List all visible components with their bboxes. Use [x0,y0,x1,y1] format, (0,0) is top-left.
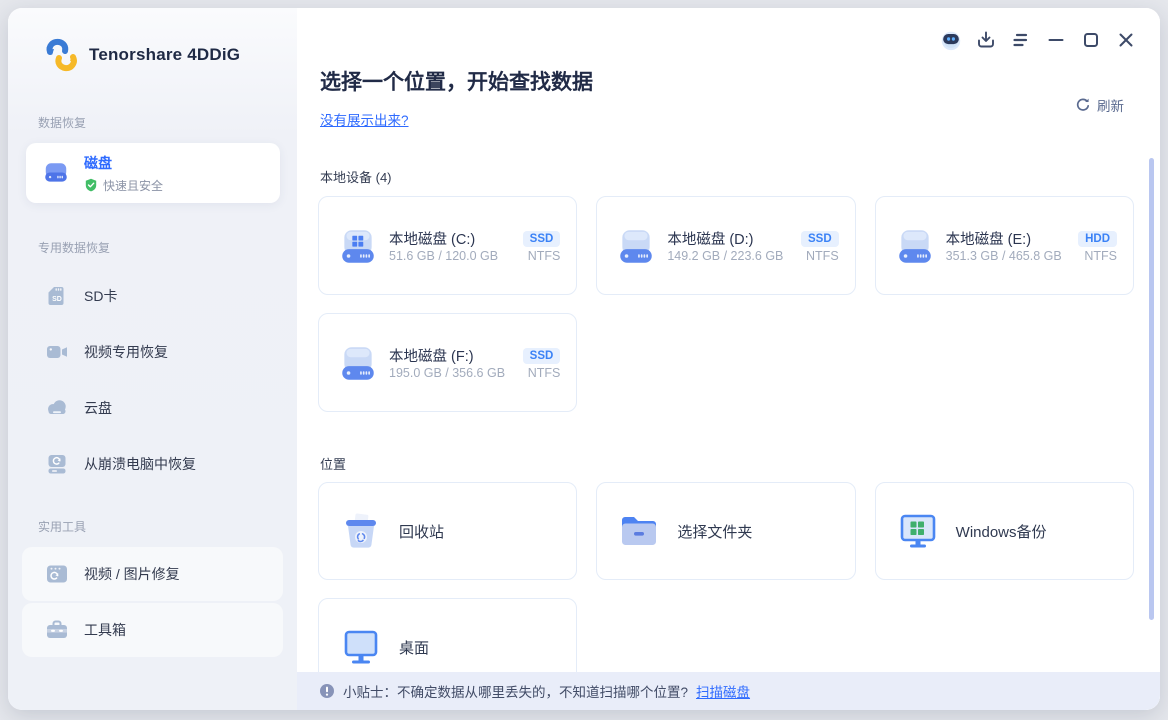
location-card-recycle-bin[interactable]: 回收站 [318,482,577,580]
select-folder-icon [616,508,662,554]
tip-text: 小贴士：不确定数据从哪里丢失的，不知道扫描哪个位置? [343,681,688,701]
scrollbar-thumb[interactable] [1149,158,1154,620]
drive-name: 本地磁盘 (D:) [667,228,753,249]
sidebar-item-disk[interactable]: 磁盘 快速且安全 [26,143,280,203]
location-card-windows-backup[interactable]: Windows备份 [875,482,1134,580]
windows-backup-icon [895,508,941,554]
app-window: Tenorshare 4DDiG 数据恢复 磁盘 [8,8,1160,710]
download-icon[interactable] [974,28,998,52]
drive-windows-icon [337,225,379,267]
sd-card-icon: SD [44,283,70,309]
titlebar-controls [939,28,1138,52]
drive-card-e[interactable]: 本地磁盘 (E:) HDD 351.3 GB / 465.8 GB NTFS [875,196,1134,295]
drive-type-badge: SSD [523,231,561,247]
app-logo-icon [44,38,80,72]
sidebar-item-disk-label: 磁盘 [84,155,112,171]
location-label: 选择文件夹 [677,521,752,542]
drive-card-f[interactable]: 本地磁盘 (F:) SSD 195.0 GB / 356.6 GB NTFS [318,313,577,412]
drive-icon [615,225,657,267]
sidebar-item-toolbox[interactable]: 工具箱 [22,603,283,657]
drive-usage-text: 51.6 GB / 120.0 GB [389,249,498,263]
drive-type-badge: HDD [1078,231,1117,247]
drives-grid: 本地磁盘 (C:) SSD 51.6 GB / 120.0 GB NTFS 本地… [318,196,1134,412]
refresh-icon [1075,97,1091,113]
drive-name: 本地磁盘 (F:) [389,345,474,366]
drive-usage-text: 149.2 GB / 223.6 GB [667,249,783,263]
maximize-icon[interactable] [1079,28,1103,52]
minimize-icon[interactable] [1044,28,1068,52]
brand-title: Tenorshare 4DDiG [89,45,240,65]
page-title: 选择一个位置，开始查找数据 [320,66,1160,96]
sidebar-item-video-recovery-label: 视频专用恢复 [84,342,168,362]
sidebar-section-utilities: 实用工具 [38,518,297,535]
drive-name: 本地磁盘 (C:) [389,228,475,249]
shield-check-icon [84,178,98,192]
not-shown-link[interactable]: 没有展示出来? [320,109,409,129]
sidebar-item-disk-subtitle: 快速且安全 [103,177,163,194]
media-repair-icon [44,561,70,587]
drive-card-c[interactable]: 本地磁盘 (C:) SSD 51.6 GB / 120.0 GB NTFS [318,196,577,295]
location-label: 桌面 [399,637,429,658]
brand: Tenorshare 4DDiG [8,8,297,72]
locations-grid: 回收站 选择文件夹 [318,482,1134,696]
location-card-select-folder[interactable]: 选择文件夹 [596,482,855,580]
drive-type-badge: SSD [801,231,839,247]
drive-filesystem: NTFS [1084,249,1117,263]
drive-card-d[interactable]: 本地磁盘 (D:) SSD 149.2 GB / 223.6 GB NTFS [596,196,855,295]
sidebar-item-media-repair-label: 视频 / 图片修复 [84,564,180,584]
toolbox-icon [44,617,70,643]
sidebar-item-sd-card[interactable]: SD SD卡 [8,268,297,324]
drive-filesystem: NTFS [806,249,839,263]
locations-label: 位置 [320,454,1160,473]
refresh-label: 刷新 [1097,95,1124,115]
sidebar: Tenorshare 4DDiG 数据恢复 磁盘 [8,8,297,710]
refresh-button[interactable]: 刷新 [1075,95,1124,115]
drive-icon [894,225,936,267]
desktop-icon [338,624,384,670]
drive-filesystem: NTFS [528,249,561,263]
assistant-robot-icon[interactable] [939,28,963,52]
drive-filesystem: NTFS [528,366,561,380]
sidebar-item-sd-card-label: SD卡 [84,286,117,306]
sidebar-item-toolbox-label: 工具箱 [84,620,126,640]
video-camera-icon [44,339,70,365]
close-icon[interactable] [1114,28,1138,52]
sidebar-item-video-recovery[interactable]: 视频专用恢复 [8,324,297,380]
drive-type-badge: SSD [523,348,561,364]
main-panel: 选择一个位置，开始查找数据 没有展示出来? 刷新 本地设备 (4) 本地磁盘 (… [297,8,1160,710]
sidebar-item-crashed-pc-recovery[interactable]: 从崩溃电脑中恢复 [8,436,297,492]
recycle-bin-icon [338,508,384,554]
drive-name: 本地磁盘 (E:) [946,228,1031,249]
cloud-icon [44,395,70,421]
drive-icon [337,342,379,384]
menu-icon[interactable] [1009,28,1033,52]
sidebar-section-data-recovery: 数据恢复 [38,114,297,131]
drive-usage-text: 351.3 GB / 465.8 GB [946,249,1062,263]
sidebar-item-media-repair[interactable]: 视频 / 图片修复 [22,547,283,601]
location-label: 回收站 [399,521,444,542]
sidebar-item-cloud-drive[interactable]: 云盘 [8,380,297,436]
svg-text:SD: SD [52,296,62,303]
sidebar-item-cloud-drive-label: 云盘 [84,398,112,418]
sidebar-section-special-recovery: 专用数据恢复 [38,239,297,256]
tip-bar: 小贴士：不确定数据从哪里丢失的，不知道扫描哪个位置? 扫描磁盘 [297,672,1160,710]
info-icon [319,683,335,699]
disk-drive-icon [42,159,70,187]
crashed-computer-icon [44,451,70,477]
local-devices-label: 本地设备 (4) [320,167,1160,186]
location-label: Windows备份 [956,521,1047,542]
sidebar-item-crashed-pc-recovery-label: 从崩溃电脑中恢复 [84,454,196,474]
drive-usage-text: 195.0 GB / 356.6 GB [389,366,505,380]
scan-disk-link[interactable]: 扫描磁盘 [696,681,750,701]
